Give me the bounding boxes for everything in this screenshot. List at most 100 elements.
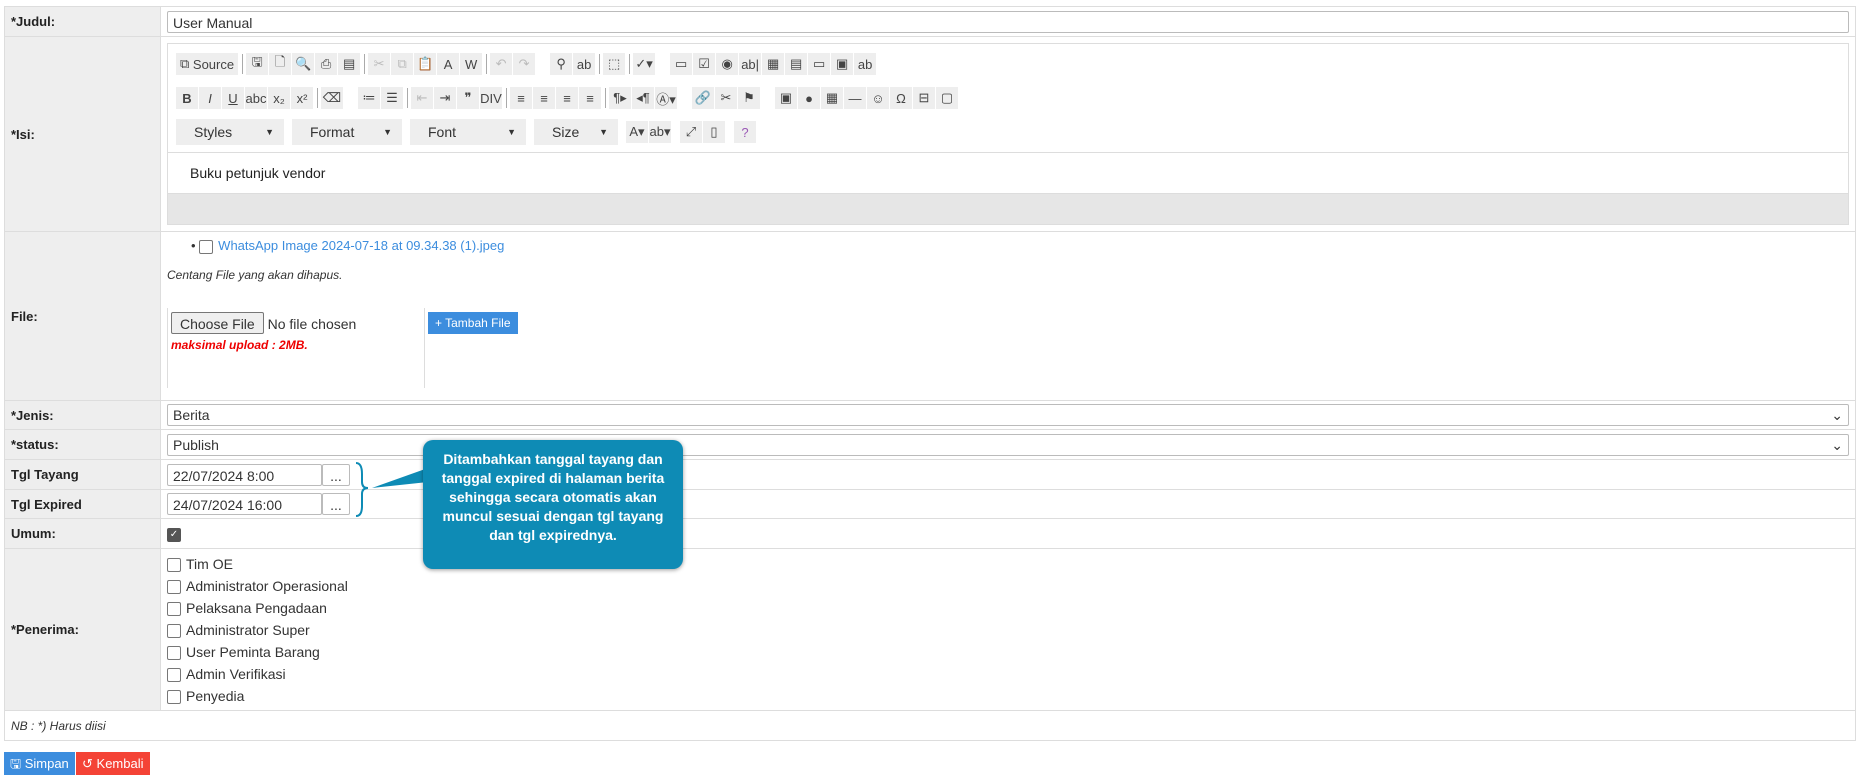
- penerima-option[interactable]: Admin Verifikasi: [167, 663, 1849, 685]
- remove-format-icon[interactable]: ⌫: [321, 87, 343, 109]
- penerima-option[interactable]: Penyedia: [167, 685, 1849, 707]
- save-icon[interactable]: 🖫: [246, 53, 269, 75]
- ltr-icon[interactable]: ¶▸: [609, 87, 631, 109]
- cut-icon[interactable]: ✂: [368, 53, 391, 75]
- status-select[interactable]: Publish ⌄: [167, 433, 1849, 456]
- smiley-icon[interactable]: ☺: [867, 87, 889, 109]
- textarea-icon[interactable]: ▦: [762, 53, 785, 75]
- max-upload-note: maksimal upload : 2MB.: [171, 337, 308, 352]
- penerima-checkbox[interactable]: [167, 689, 181, 704]
- judul-input[interactable]: User Manual: [167, 10, 1849, 33]
- penerima-checkbox[interactable]: [167, 667, 181, 682]
- blockquote-icon[interactable]: ❞: [457, 87, 479, 109]
- redo-icon[interactable]: ↷: [513, 53, 536, 75]
- bg-color-icon[interactable]: ab▾: [649, 121, 671, 143]
- align-center-icon[interactable]: ≡: [533, 87, 555, 109]
- tgl-tayang-input[interactable]: 22/07/2024 8:00: [167, 463, 322, 486]
- preview-icon[interactable]: 🔍: [292, 53, 315, 75]
- superscript-icon[interactable]: x²: [291, 87, 313, 109]
- choose-file-button[interactable]: Choose File: [171, 311, 264, 334]
- paste-text-icon[interactable]: A: [437, 53, 460, 75]
- select-icon[interactable]: ▤: [785, 53, 808, 75]
- paste-icon[interactable]: 📋: [414, 53, 437, 75]
- language-icon[interactable]: Ⓐ▾: [655, 87, 677, 109]
- penerima-option[interactable]: User Peminta Barang: [167, 641, 1849, 663]
- rtl-icon[interactable]: ◂¶: [632, 87, 654, 109]
- special-char-icon[interactable]: Ω: [890, 87, 912, 109]
- penerima-option[interactable]: Administrator Operasional: [167, 575, 1849, 597]
- back-button[interactable]: ↺ Kembali: [76, 752, 150, 775]
- penerima-checkbox[interactable]: [167, 601, 181, 616]
- table-icon[interactable]: ▦: [821, 87, 843, 109]
- link-icon[interactable]: 🔗: [692, 87, 714, 109]
- iframe-icon[interactable]: ▢: [936, 87, 958, 109]
- delete-file-checkbox[interactable]: [199, 239, 214, 254]
- underline-icon[interactable]: U: [222, 87, 244, 109]
- tgl-tayang-picker-button[interactable]: ...: [322, 463, 350, 486]
- numbered-list-icon[interactable]: ≔: [358, 87, 380, 109]
- text-color-icon[interactable]: A▾: [626, 121, 648, 143]
- help-icon[interactable]: ?: [734, 121, 756, 143]
- tgl-expired-picker-button[interactable]: ...: [322, 493, 350, 515]
- outdent-icon[interactable]: ⇤: [411, 87, 433, 109]
- page-break-icon[interactable]: ⊟: [913, 87, 935, 109]
- maximize-icon[interactable]: ⤢: [680, 121, 702, 143]
- existing-file-link[interactable]: WhatsApp Image 2024-07-18 at 09.34.38 (1…: [218, 238, 504, 253]
- combo-font[interactable]: Font ▼: [410, 119, 526, 145]
- form-icon[interactable]: ▭: [670, 53, 693, 75]
- editor-resize-bar[interactable]: [168, 193, 1848, 224]
- anchor-icon[interactable]: ⚑: [738, 87, 760, 109]
- penerima-checkbox[interactable]: [167, 645, 181, 660]
- penerima-option[interactable]: Tim OE: [167, 553, 1849, 575]
- add-file-button[interactable]: + Tambah File: [428, 311, 518, 334]
- undo-icon[interactable]: ↶: [490, 53, 513, 75]
- strike-icon[interactable]: abc: [245, 87, 267, 109]
- checkbox-icon[interactable]: ☑: [693, 53, 716, 75]
- penerima-checkbox[interactable]: [167, 557, 181, 572]
- print-icon[interactable]: ⎙: [315, 53, 338, 75]
- align-left-icon[interactable]: ≡: [510, 87, 532, 109]
- italic-icon[interactable]: I: [199, 87, 221, 109]
- bold-icon[interactable]: B: [176, 87, 198, 109]
- copy-icon[interactable]: ⧉: [391, 53, 414, 75]
- div-icon[interactable]: DIV: [480, 87, 502, 109]
- spellcheck-icon[interactable]: ✓▾: [633, 53, 656, 75]
- combo-format[interactable]: Format ▼: [292, 119, 402, 145]
- penerima-checkbox[interactable]: [167, 623, 181, 638]
- penerima-checkbox[interactable]: [167, 579, 181, 594]
- button-icon[interactable]: ▭: [808, 53, 831, 75]
- show-blocks-icon[interactable]: ▯: [703, 121, 725, 143]
- bulleted-list-icon[interactable]: ☰: [381, 87, 403, 109]
- select-all-icon[interactable]: ⬚: [603, 53, 626, 75]
- horizontal-rule-icon[interactable]: —: [844, 87, 866, 109]
- flash-icon[interactable]: ●: [798, 87, 820, 109]
- save-button[interactable]: 🖫 Simpan: [4, 752, 75, 775]
- indent-icon[interactable]: ⇥: [434, 87, 456, 109]
- text-field-icon[interactable]: ab|: [739, 53, 762, 75]
- image-icon[interactable]: ▣: [775, 87, 797, 109]
- toolbar-separator: [506, 88, 507, 108]
- justify-icon[interactable]: ≡: [579, 87, 601, 109]
- replace-icon[interactable]: ab: [573, 53, 596, 75]
- hidden-field-icon[interactable]: ab: [854, 53, 877, 75]
- combo-styles[interactable]: Styles ▼: [176, 119, 284, 145]
- chevron-down-icon: ▼: [383, 127, 392, 137]
- penerima-option[interactable]: Pelaksana Pengadaan: [167, 597, 1849, 619]
- editor-content[interactable]: Buku petunjuk vendor: [168, 152, 1848, 193]
- penerima-option[interactable]: Administrator Super: [167, 619, 1849, 641]
- toolbar-separator: [629, 54, 631, 74]
- find-icon[interactable]: ⚲: [550, 53, 573, 75]
- combo-size[interactable]: Size ▼: [534, 119, 618, 145]
- align-right-icon[interactable]: ≡: [556, 87, 578, 109]
- subscript-icon[interactable]: x₂: [268, 87, 290, 109]
- jenis-select[interactable]: Berita ⌄: [167, 404, 1849, 426]
- source-button[interactable]: ⧉ Source: [176, 53, 239, 75]
- radio-icon[interactable]: ◉: [716, 53, 739, 75]
- image-button-icon[interactable]: ▣: [831, 53, 854, 75]
- paste-word-icon[interactable]: W: [460, 53, 483, 75]
- unlink-icon[interactable]: ✂: [715, 87, 737, 109]
- umum-checkbox[interactable]: ✓: [167, 527, 181, 542]
- templates-icon[interactable]: ▤: [338, 53, 361, 75]
- new-page-icon[interactable]: 🗋: [269, 53, 292, 75]
- tgl-expired-input[interactable]: 24/07/2024 16:00: [167, 493, 322, 515]
